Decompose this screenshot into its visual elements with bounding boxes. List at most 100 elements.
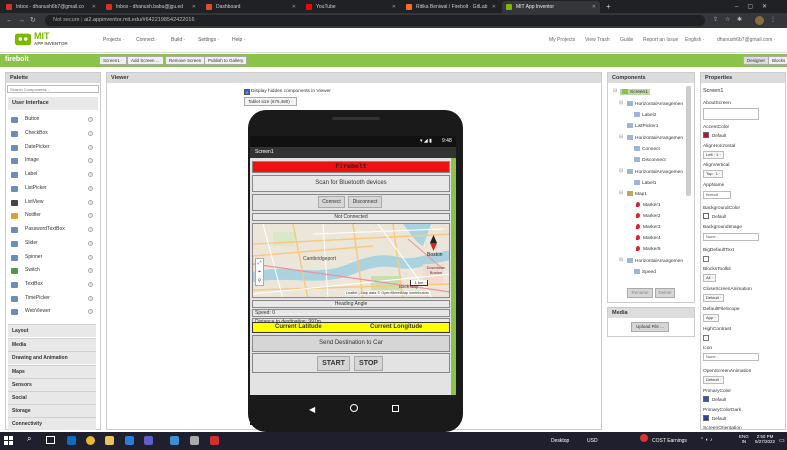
tree-node-marker2[interactable]: Marker2 bbox=[636, 213, 661, 219]
icon-input[interactable]: None... bbox=[703, 353, 759, 361]
help-icon[interactable]: ? bbox=[88, 296, 93, 301]
palette-item-webviewer[interactable]: WebViewer? bbox=[8, 306, 96, 317]
view-trash-link[interactable]: View Trash bbox=[585, 37, 610, 43]
category-drawing[interactable]: Drawing and Animation bbox=[8, 351, 96, 364]
stop-button[interactable]: STOP bbox=[354, 356, 383, 371]
recents-nav-icon[interactable] bbox=[392, 405, 399, 412]
language-select[interactable]: English · bbox=[685, 37, 704, 43]
more-icon[interactable]: ⋮ bbox=[770, 15, 776, 26]
help-icon[interactable]: ? bbox=[88, 255, 93, 260]
background-image-input[interactable]: None... bbox=[703, 233, 759, 241]
close-tab-icon[interactable]: ✕ bbox=[392, 1, 396, 13]
close-tab-icon[interactable]: ✕ bbox=[192, 1, 196, 13]
tree-node-marker5[interactable]: Marker5 bbox=[636, 246, 661, 252]
tree-node-horizontalarrangement[interactable]: HorizontalArrangemen bbox=[627, 135, 683, 141]
tree-node-map1[interactable]: Map1 bbox=[627, 191, 647, 197]
help-icon[interactable]: ? bbox=[88, 241, 93, 246]
map-attribution[interactable]: Leaflet | Map data © OpenStreetMap contr… bbox=[345, 291, 430, 295]
upload-file-button[interactable]: Upload File ... bbox=[631, 322, 669, 332]
palette-item-label[interactable]: Label? bbox=[8, 169, 96, 180]
tree-node-speed[interactable]: Speed bbox=[634, 269, 656, 275]
share-icon[interactable]: ⇪ bbox=[713, 15, 718, 26]
category-connectivity[interactable]: Connectivity bbox=[8, 417, 96, 430]
collapse-toggle[interactable]: ⊟ bbox=[619, 257, 623, 263]
screen-select[interactable]: Screen1 · bbox=[99, 56, 127, 65]
report-issue-link[interactable]: Report an Issue bbox=[643, 37, 678, 43]
tree-node-listpicker1[interactable]: ListPicker1 bbox=[627, 123, 658, 129]
tree-node-marker1[interactable]: Marker1 bbox=[636, 202, 661, 208]
palette-item-passwordtextbox[interactable]: PasswordTextBox? bbox=[8, 224, 96, 235]
palette-item-timepicker[interactable]: TimePicker? bbox=[8, 293, 96, 304]
browser-tab-active[interactable]: MIT App Inventor ✕ bbox=[502, 1, 600, 13]
align-vertical-select[interactable]: Top : 1 · bbox=[703, 170, 724, 178]
category-sensors[interactable]: Sensors bbox=[8, 378, 96, 391]
desktop-toolbar[interactable]: Desktop bbox=[551, 438, 569, 444]
windows-start-icon[interactable] bbox=[4, 436, 13, 445]
tree-node-label2[interactable]: Label2 bbox=[634, 112, 656, 118]
extensions-icon[interactable]: ✱ bbox=[737, 15, 742, 26]
star-icon[interactable]: ☆ bbox=[725, 15, 730, 26]
blocks-toolkit-select[interactable]: All · bbox=[703, 274, 716, 282]
publish-gallery-button[interactable]: Publish to Gallery bbox=[204, 56, 248, 65]
help-icon[interactable]: ? bbox=[88, 268, 93, 273]
menu-help[interactable]: Help · bbox=[232, 37, 245, 43]
reload-icon[interactable]: ↻ bbox=[30, 15, 36, 26]
help-icon[interactable]: ? bbox=[88, 309, 93, 314]
open-animation-select[interactable]: Default · bbox=[703, 376, 725, 384]
palette-item-button[interactable]: Button? bbox=[8, 114, 96, 125]
collapse-toggle[interactable]: ⊟ bbox=[619, 168, 623, 174]
palette-item-listpicker[interactable]: ListPicker? bbox=[8, 183, 96, 194]
tree-node-horizontalarrangement[interactable]: HorizontalArrangemen bbox=[627, 169, 683, 175]
designer-button[interactable]: Designer bbox=[743, 56, 770, 65]
palette-item-textbox[interactable]: TextBox? bbox=[8, 279, 96, 290]
palette-item-listview[interactable]: ListView? bbox=[8, 197, 96, 208]
notification-icon[interactable]: ▭ bbox=[779, 437, 785, 444]
hidden-components-checkbox[interactable]: ✓ bbox=[244, 89, 250, 95]
blocks-button[interactable]: Blocks bbox=[768, 56, 787, 65]
close-tab-icon[interactable]: ✕ bbox=[592, 1, 596, 13]
map-view[interactable] bbox=[252, 223, 450, 298]
edge-icon[interactable] bbox=[67, 436, 76, 445]
map-toolbar[interactable]: ⤢ ⌖ ⚲ bbox=[255, 258, 264, 286]
clock[interactable]: 2:50 PM 5/27/2022 bbox=[754, 434, 776, 444]
palette-item-checkbox[interactable]: CheckBox? bbox=[8, 128, 96, 139]
my-projects-link[interactable]: My Projects bbox=[549, 37, 575, 43]
align-horizontal-select[interactable]: Left : 1 · bbox=[703, 151, 724, 159]
back-nav-icon[interactable]: ◀ bbox=[309, 405, 315, 414]
category-social[interactable]: Social bbox=[8, 391, 96, 404]
menu-settings[interactable]: Settings · bbox=[198, 37, 219, 43]
help-icon[interactable]: ? bbox=[88, 186, 93, 191]
tree-node-marker3[interactable]: Marker3 bbox=[636, 224, 661, 230]
app-icon[interactable] bbox=[190, 436, 199, 445]
help-icon[interactable]: ? bbox=[88, 200, 93, 205]
accent-color-picker[interactable]: Default bbox=[703, 132, 726, 138]
palette-item-slider[interactable]: Slider? bbox=[8, 238, 96, 249]
browser-tab[interactable]: Inbox - dhanush6b7@gmail.co ✕ bbox=[2, 1, 100, 13]
collapse-toggle[interactable]: ⊟ bbox=[619, 190, 623, 196]
home-nav-icon[interactable] bbox=[350, 404, 358, 412]
components-scrollbar[interactable] bbox=[686, 86, 691, 196]
rename-button[interactable]: Rename bbox=[627, 288, 653, 298]
back-icon[interactable]: ← bbox=[6, 15, 13, 26]
browser-tab[interactable]: Ritika Beniwal / Firebolt · GitLab ✕ bbox=[402, 1, 500, 13]
file-explorer-icon[interactable] bbox=[105, 436, 114, 445]
close-tab-icon[interactable]: ✕ bbox=[292, 1, 296, 13]
close-tab-icon[interactable]: ✕ bbox=[92, 1, 96, 13]
category-user-interface[interactable]: User Interface bbox=[8, 97, 98, 110]
remove-screen-button[interactable]: Remove Screen bbox=[165, 56, 206, 65]
task-view-icon[interactable] bbox=[46, 436, 55, 444]
browser-tab[interactable]: YouTube ✕ bbox=[302, 1, 400, 13]
help-icon[interactable]: ? bbox=[88, 213, 93, 218]
send-destination-button[interactable]: Send Destination to Car bbox=[252, 335, 450, 352]
palette-item-notifier[interactable]: Notifier? bbox=[8, 210, 96, 221]
help-icon[interactable]: ? bbox=[88, 158, 93, 163]
guide-link[interactable]: Guide bbox=[620, 37, 633, 43]
default-file-scope-select[interactable]: App · bbox=[703, 314, 719, 322]
vscode-icon[interactable] bbox=[170, 436, 179, 445]
add-screen-button[interactable]: Add Screen ... bbox=[127, 56, 164, 65]
background-color-picker[interactable]: Default bbox=[703, 213, 726, 219]
disconnect-button[interactable]: Disconnect bbox=[348, 196, 382, 208]
help-icon[interactable]: ? bbox=[88, 227, 93, 232]
help-icon[interactable]: ? bbox=[88, 172, 93, 177]
browser-tab[interactable]: Dashboard ✕ bbox=[202, 1, 300, 13]
